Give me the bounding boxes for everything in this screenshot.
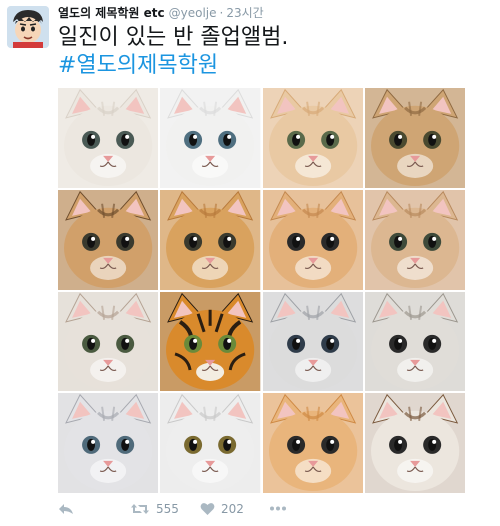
photo-tile[interactable] bbox=[160, 189, 261, 290]
photo-tile[interactable] bbox=[58, 291, 159, 392]
photo-tile[interactable] bbox=[160, 291, 261, 392]
cat-photo bbox=[262, 88, 363, 188]
photo-tile[interactable] bbox=[58, 88, 159, 188]
photo-tile[interactable] bbox=[364, 88, 465, 188]
retweet-count: 555 bbox=[156, 502, 179, 516]
tweet: 열도의 제목학원 etc @yeolje · 23시간 일진이 있는 반 졸업앨범. … bbox=[0, 0, 500, 526]
photo-tile[interactable] bbox=[262, 393, 363, 493]
photo-tile[interactable] bbox=[364, 393, 465, 493]
photo-tile[interactable] bbox=[262, 88, 363, 188]
author-name[interactable]: 열도의 제목학원 etc bbox=[58, 6, 165, 20]
photo-tile[interactable] bbox=[58, 189, 159, 290]
reply-button[interactable] bbox=[58, 502, 74, 516]
retweet-button[interactable]: 555 bbox=[130, 502, 179, 516]
avatar-cartoon-icon bbox=[7, 6, 49, 48]
retweet-icon bbox=[131, 504, 149, 514]
cat-photo bbox=[160, 393, 261, 493]
photo-tile[interactable] bbox=[160, 88, 261, 188]
cat-photo bbox=[364, 88, 465, 188]
photo-tile[interactable] bbox=[160, 393, 261, 493]
heart-icon bbox=[200, 503, 215, 515]
cat-photo bbox=[262, 189, 363, 290]
cat-photo bbox=[262, 393, 363, 493]
cat-photo bbox=[160, 291, 261, 392]
tweet-header: 열도의 제목학원 etc @yeolje · 23시간 bbox=[58, 5, 264, 21]
cat-photo bbox=[58, 291, 159, 392]
cat-photo bbox=[364, 291, 465, 392]
tweet-text: 일진이 있는 반 졸업앨범. bbox=[58, 25, 289, 50]
cat-photo bbox=[160, 88, 261, 188]
like-button[interactable]: 202 bbox=[200, 502, 244, 516]
reply-icon bbox=[59, 504, 73, 514]
more-button[interactable] bbox=[270, 506, 286, 511]
cat-photo bbox=[58, 88, 159, 188]
cat-photo bbox=[364, 393, 465, 493]
cat-photo bbox=[58, 393, 159, 493]
photo-tile[interactable] bbox=[364, 291, 465, 392]
like-count: 202 bbox=[221, 502, 244, 516]
cat-photo bbox=[58, 189, 159, 290]
photo-tile[interactable] bbox=[262, 189, 363, 290]
more-icon bbox=[270, 506, 286, 511]
photo-tile[interactable] bbox=[58, 393, 159, 493]
photo-tile[interactable] bbox=[364, 189, 465, 290]
cat-photo bbox=[160, 189, 261, 290]
cat-photo bbox=[364, 189, 465, 290]
tweet-timestamp[interactable]: 23시간 bbox=[226, 6, 263, 20]
hashtag-link[interactable]: #열도의제목학원 bbox=[58, 52, 218, 80]
tweet-actions: 555 202 bbox=[58, 500, 478, 522]
author-handle[interactable]: @yeolje bbox=[169, 6, 217, 20]
avatar[interactable] bbox=[7, 6, 49, 48]
photo-tile[interactable] bbox=[262, 291, 363, 392]
photo-grid[interactable] bbox=[58, 88, 465, 493]
header-separator: · bbox=[219, 6, 224, 20]
cat-photo bbox=[262, 291, 363, 392]
